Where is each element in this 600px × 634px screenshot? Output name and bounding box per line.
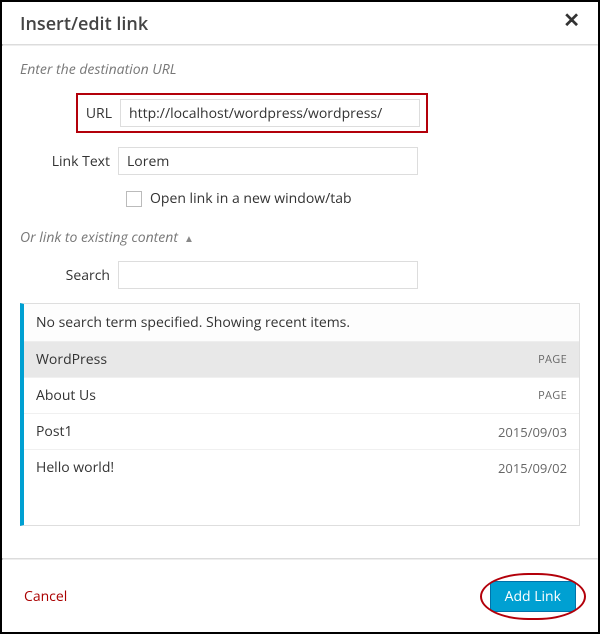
url-highlight: URL [76,93,428,133]
results-padding [24,485,579,525]
search-label: Search [20,266,118,285]
result-item-meta: PAGE [538,352,567,367]
result-item-meta: 2015/09/03 [498,423,567,441]
result-item-title: About Us [36,386,96,405]
result-item-meta: 2015/09/02 [498,459,567,477]
result-item-title: Post1 [36,422,73,441]
chevron-up-icon: ▲ [184,231,194,245]
newtab-checkbox[interactable] [126,191,142,207]
existing-content-toggle-label: Or link to existing content [20,228,178,247]
search-input[interactable] [118,261,418,289]
destination-heading: Enter the destination URL [20,60,580,79]
add-link-button[interactable]: Add Link [490,581,576,612]
dialog-header: Insert/edit link ✕ [2,2,598,44]
result-item-title: Hello world! [36,458,114,477]
dialog-content: Enter the destination URL URL Link Text … [2,46,598,538]
linktext-label: Link Text [20,152,118,171]
url-input[interactable] [120,99,420,127]
results-message: No search term specified. Showing recent… [24,304,579,342]
cancel-button[interactable]: Cancel [24,587,67,606]
add-link-highlight: Add Link [490,581,576,612]
footer-divider [2,558,598,560]
dialog-footer: Cancel Add Link [2,567,598,632]
url-label: URL [84,104,120,123]
result-item-meta: PAGE [538,388,567,403]
search-row: Search [20,261,580,289]
result-item[interactable]: About Us PAGE [24,377,579,413]
linktext-input[interactable] [118,147,418,175]
result-item[interactable]: Hello world! 2015/09/02 [24,449,579,485]
linktext-row: Link Text [20,147,580,175]
results-box: No search term specified. Showing recent… [20,303,580,526]
dialog-title: Insert/edit link [20,12,148,36]
result-item[interactable]: Post1 2015/09/03 [24,413,579,449]
result-item-title: WordPress [36,350,107,369]
insert-link-dialog: Insert/edit link ✕ Enter the destination… [0,0,600,634]
existing-content-toggle[interactable]: Or link to existing content ▲ [20,228,194,247]
newtab-row: Open link in a new window/tab [126,189,580,208]
result-item[interactable]: WordPress PAGE [24,342,579,377]
url-row: URL [76,93,580,133]
results-list: WordPress PAGE About Us PAGE Post1 2015/09/03… [24,342,579,485]
newtab-label: Open link in a new window/tab [150,189,352,208]
close-icon[interactable]: ✕ [563,10,580,30]
